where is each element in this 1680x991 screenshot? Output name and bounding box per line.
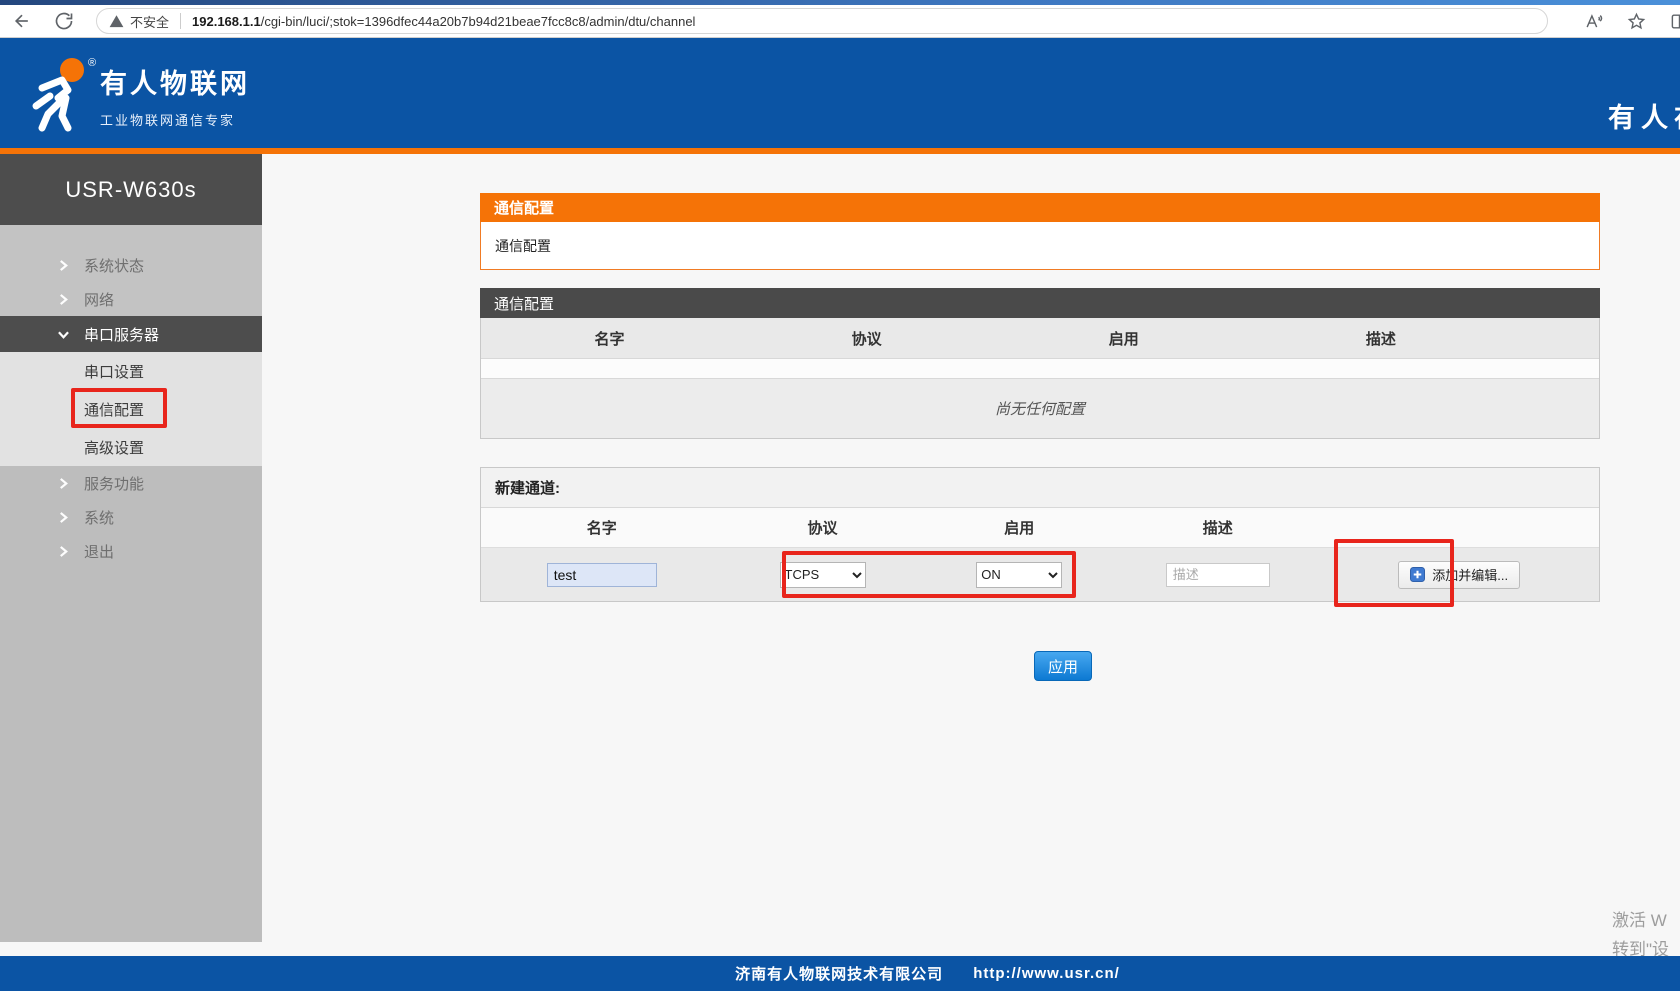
sidebar-item-label: 串口服务器 — [84, 326, 160, 344]
brand-name: 有人物联网 — [100, 69, 250, 99]
split-screen-icon[interactable] — [1670, 12, 1680, 31]
url-domain: 192.168.1.1 — [192, 13, 261, 29]
usr-logo-icon: ® — [32, 57, 96, 132]
column-header-enable: 启用 — [1108, 330, 1139, 348]
sidebar-item-label: 串口设置 — [84, 363, 145, 381]
favorites-star-icon[interactable] — [1627, 12, 1646, 31]
sidebar-item-serial-server[interactable]: 串口服务器 — [0, 316, 262, 352]
sidebar-item-label: 高级设置 — [84, 439, 145, 457]
chevron-right-icon — [60, 545, 68, 557]
sidebar-item-serial-settings[interactable]: 串口设置 — [0, 352, 262, 390]
add-and-edit-button[interactable]: 添加并编辑... — [1398, 560, 1521, 589]
sidebar-item-label: 系统状态 — [84, 257, 145, 275]
page-body: USR-W630s 系统状态 网络 串口服务器 串口设置 通信配置 高级设置 服… — [0, 154, 1680, 991]
sidebar: USR-W630s 系统状态 网络 串口服务器 串口设置 通信配置 高级设置 服… — [0, 154, 262, 942]
apply-button[interactable]: 应用 — [1034, 651, 1092, 681]
column-header-name: 名字 — [586, 520, 617, 537]
url-path: /cgi-bin/luci/;stok=1396dfec44a20b7b94d2… — [260, 13, 696, 29]
sidebar-item-label: 服务功能 — [84, 475, 145, 493]
browser-toolbar: 不安全 192.168.1.1/cgi-bin/luci/;stok=1396d… — [0, 5, 1680, 38]
chevron-down-icon — [58, 330, 69, 339]
brand-block: 有人物联网 工业物联网通信专家 — [100, 62, 250, 129]
address-bar[interactable]: 不安全 192.168.1.1/cgi-bin/luci/;stok=1396d… — [96, 8, 1548, 34]
add-icon — [1410, 567, 1426, 582]
read-aloud-icon[interactable] — [1584, 12, 1603, 31]
column-header-name: 名字 — [594, 330, 625, 348]
column-header-enable: 启用 — [1004, 520, 1035, 537]
device-name: USR-W630s — [0, 154, 262, 225]
table-header-row: 名字 协议 启用 描述 — [481, 318, 1599, 358]
svg-text:®: ® — [88, 57, 96, 69]
sidebar-item-system[interactable]: 系统 — [0, 500, 262, 534]
channel-table: 名字 协议 启用 描述 尚无任何配置 — [480, 318, 1600, 439]
footer-website[interactable]: http://www.usr.cn/ — [973, 965, 1120, 982]
table-blank-row — [481, 358, 1599, 378]
sidebar-item-label: 通信配置 — [84, 401, 145, 419]
sidebar-item-label: 系统 — [84, 509, 115, 527]
chevron-right-icon — [60, 259, 68, 271]
not-secure-warning-icon — [109, 14, 124, 27]
new-channel-label: 新建通道: — [481, 468, 1599, 508]
url-text[interactable]: 192.168.1.1/cgi-bin/luci/;stok=1396dfec4… — [192, 14, 695, 29]
sidebar-item-service-functions[interactable]: 服务功能 — [0, 466, 262, 500]
sidebar-item-system-status[interactable]: 系统状态 — [0, 248, 262, 282]
column-header-protocol: 协议 — [851, 330, 882, 348]
column-header-protocol: 协议 — [807, 520, 838, 537]
description-input[interactable] — [1165, 562, 1270, 587]
new-channel-section: 新建通道: 名字 协议 启用 描述 TCPS ON — [480, 467, 1600, 602]
channel-name-input[interactable] — [546, 562, 657, 587]
back-icon[interactable] — [12, 11, 32, 31]
refresh-icon[interactable] — [54, 11, 74, 31]
watermark-line1: 激活 W — [1612, 911, 1667, 930]
sidebar-item-label: 网络 — [84, 291, 115, 309]
site-header: ® 有人物联网 工业物联网通信专家 有人在认 — [0, 38, 1680, 148]
table-title: 通信配置 — [480, 288, 1600, 318]
channel-table-section: 通信配置 名字 协议 启用 描述 尚无任何配置 — [480, 288, 1600, 439]
sidebar-item-logout[interactable]: 退出 — [0, 534, 262, 568]
sidebar-lower-group: 服务功能 系统 退出 — [0, 466, 262, 942]
sidebar-submenu: 串口设置 通信配置 高级设置 — [0, 352, 262, 466]
chevron-right-icon — [60, 511, 68, 523]
chevron-right-icon — [60, 477, 68, 489]
new-channel-form-row: TCPS ON 添加并编辑... — [481, 548, 1599, 601]
chevron-right-icon — [60, 293, 68, 305]
page-title: 通信配置 — [480, 193, 1600, 222]
security-label[interactable]: 不安全 — [130, 12, 169, 31]
table-empty-state: 尚无任何配置 — [481, 378, 1599, 438]
sidebar-item-label: 退出 — [84, 543, 115, 561]
column-header-description: 描述 — [1365, 330, 1396, 348]
breadcrumb: 通信配置 — [480, 222, 1600, 270]
address-separator — [180, 13, 182, 29]
column-header-description: 描述 — [1202, 520, 1233, 537]
toolbar-right-icons — [1584, 5, 1680, 38]
header-slogan: 有人在认 — [1608, 103, 1680, 133]
footer: 济南有人物联网技术有限公司 http://www.usr.cn/ — [0, 956, 1680, 991]
add-and-edit-label: 添加并编辑... — [1432, 568, 1509, 583]
enable-select[interactable]: ON — [976, 561, 1063, 588]
brand-subtitle: 工业物联网通信专家 — [100, 113, 236, 128]
page-title-section: 通信配置 通信配置 — [480, 193, 1600, 270]
footer-company: 济南有人物联网技术有限公司 — [735, 966, 944, 983]
sidebar-item-communication-config[interactable]: 通信配置 — [0, 390, 262, 428]
sidebar-item-advanced-settings[interactable]: 高级设置 — [0, 428, 262, 466]
new-channel-header-row: 名字 协议 启用 描述 — [481, 508, 1599, 548]
protocol-select[interactable]: TCPS — [779, 561, 866, 588]
sidebar-item-network[interactable]: 网络 — [0, 282, 262, 316]
